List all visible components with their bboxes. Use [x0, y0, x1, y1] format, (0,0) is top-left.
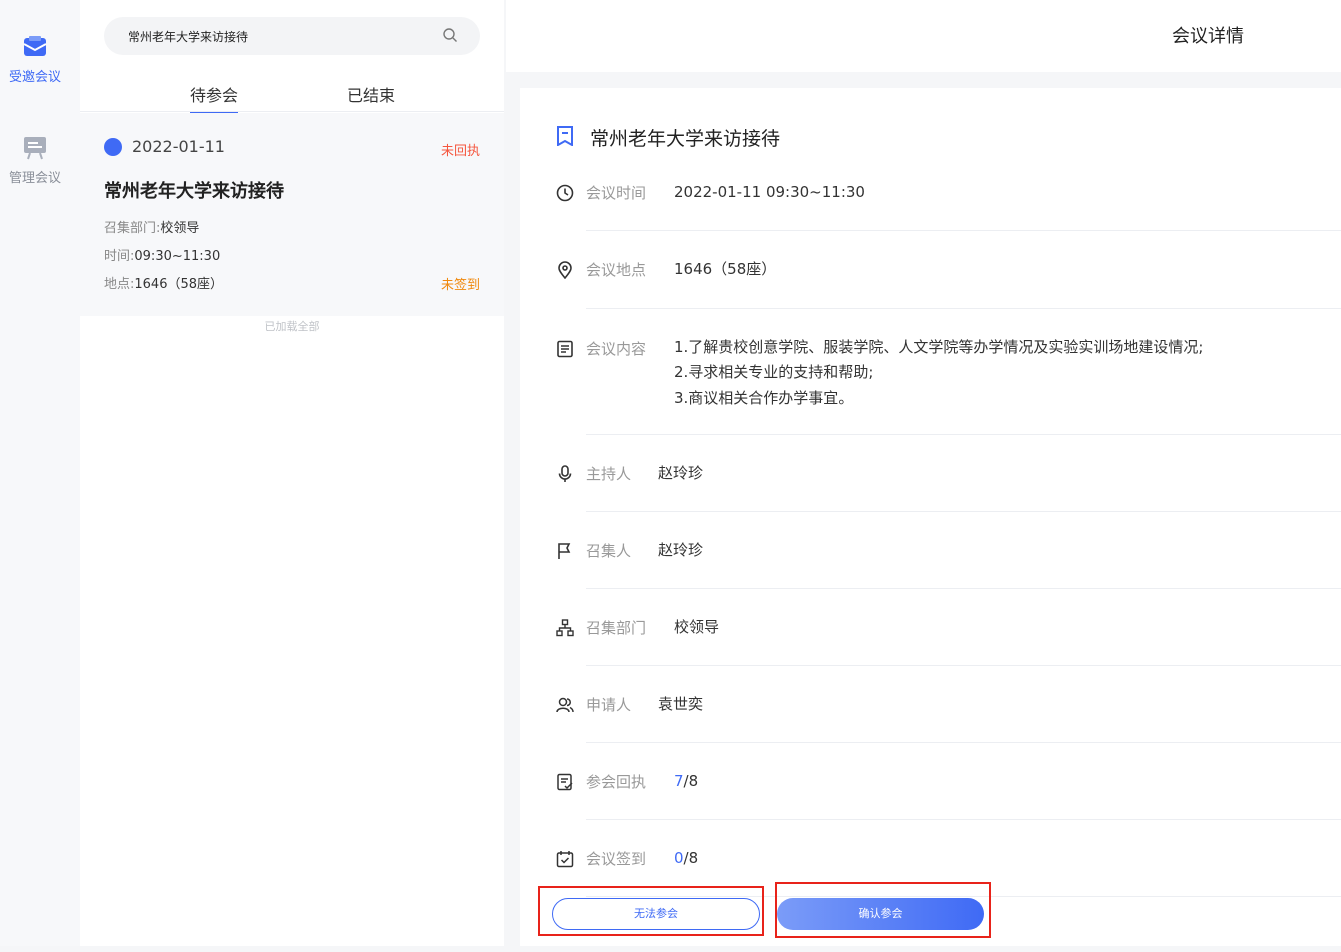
meeting-tabs: 待参会 已结束 — [80, 78, 504, 114]
divider — [586, 230, 1341, 231]
org-chart-icon — [556, 619, 574, 637]
list-footer: 已加载全部 — [264, 320, 320, 333]
tab-pending[interactable]: 待参会 — [190, 82, 239, 114]
divider — [586, 742, 1341, 743]
signin-value: 0/8 — [674, 846, 698, 871]
tab-ended[interactable]: 已结束 — [347, 82, 395, 106]
divider — [586, 588, 1341, 589]
search-icon[interactable] — [442, 27, 458, 43]
meeting-card[interactable]: 2022-01-11 未回执 常州老年大学来访接待 召集部门:校领导 时间:09… — [80, 113, 504, 316]
host-label: 主持人 — [586, 465, 632, 483]
clock-icon — [556, 184, 574, 202]
dept-label: 召集部门 — [586, 619, 647, 637]
meeting-list-panel: 常州老年大学来访接待 待参会 已结束 2022-01-11 未回执 常州老年大学… — [80, 0, 504, 946]
place-value: 1646（58座） — [134, 277, 224, 292]
page-title: 会议详情 — [1172, 26, 1244, 47]
presentation-board-icon — [24, 137, 46, 160]
reply-label: 参会回执 — [586, 773, 647, 791]
content-line-1: 1.了解贵校创意学院、服装学院、人文学院等办学情况及实验实训场地建设情况; — [674, 338, 1204, 356]
app-root: 受邀会议 管理会议 常州老年大学来访接待 待参会 已结束 2022-01-11 … — [0, 0, 1341, 952]
mail-check-icon — [23, 36, 47, 56]
search-input[interactable]: 常州老年大学来访接待 — [128, 28, 248, 45]
document-lines-icon — [557, 340, 573, 358]
divider — [586, 434, 1341, 435]
reply-count[interactable]: 7 — [674, 772, 684, 790]
divider — [586, 819, 1341, 820]
applicant-label: 申请人 — [586, 696, 632, 714]
meeting-time: 时间:09:30~11:30 — [104, 245, 220, 264]
meeting-place: 地点:1646（58座） — [104, 273, 223, 292]
left-nav: 受邀会议 管理会议 — [0, 0, 80, 946]
time-value: 2022-01-11 09:30~11:30 — [674, 183, 865, 201]
nav-item-invited-meetings[interactable]: 受邀会议 — [0, 34, 70, 85]
place-value: 1646（58座） — [674, 260, 777, 278]
reply-total: /8 — [683, 772, 699, 790]
calendar-check-icon — [556, 851, 574, 868]
reply-value: 7/8 — [674, 769, 698, 794]
nav-item-label: 管理会议 — [8, 171, 61, 186]
reply-status-badge: 未回执 — [440, 144, 480, 159]
nav-item-label: 受邀会议 — [8, 70, 61, 85]
users-icon — [556, 697, 574, 713]
signin-total: /8 — [683, 849, 699, 867]
dept-value: 校领导 — [160, 221, 200, 236]
content-label: 会议内容 — [586, 340, 647, 358]
content-line-2: 2.寻求相关专业的支持和帮助; — [674, 363, 874, 381]
divider — [586, 308, 1341, 309]
search-box[interactable]: 常州老年大学来访接待 — [104, 17, 480, 55]
bookmark-document-icon — [557, 126, 573, 146]
meeting-detail: 常州老年大学来访接待 会议时间 2022-01-11 09:30~11:30 会… — [520, 88, 1341, 946]
checklist-document-icon — [557, 773, 573, 791]
signin-count[interactable]: 0 — [674, 849, 684, 867]
detail-header: 会议详情 — [506, 0, 1341, 72]
flag-icon — [558, 543, 571, 559]
convener-label: 召集人 — [586, 542, 632, 560]
nav-item-manage-meetings[interactable]: 管理会议 — [0, 135, 70, 186]
place-label: 会议地点 — [586, 261, 647, 279]
microphone-icon — [558, 465, 572, 482]
content-line-3: 3.商议相关合作办学事宜。 — [674, 389, 854, 407]
convener-value: 赵玲珍 — [658, 541, 704, 559]
dept-key: 召集部门: — [104, 221, 161, 236]
signin-label: 会议签到 — [586, 850, 647, 868]
confirm-button[interactable]: 确认参会 — [777, 898, 984, 930]
place-key: 地点: — [104, 277, 135, 292]
decline-button[interactable]: 无法参会 — [552, 898, 760, 930]
user-badge-icon — [104, 138, 122, 156]
meeting-title: 常州老年大学来访接待 — [104, 181, 284, 202]
detail-title-text: 常州老年大学来访接待 — [590, 128, 781, 150]
dept-value: 校领导 — [674, 618, 720, 636]
time-label: 会议时间 — [586, 184, 647, 202]
applicant-value: 袁世奕 — [658, 695, 704, 713]
time-value: 09:30~11:30 — [134, 249, 221, 264]
location-pin-icon — [558, 261, 572, 279]
host-value: 赵玲珍 — [658, 464, 704, 482]
divider — [586, 511, 1341, 512]
divider — [586, 665, 1341, 666]
meeting-dept: 召集部门:校领导 — [104, 217, 199, 236]
signin-status-badge: 未签到 — [440, 278, 480, 293]
meeting-date: 2022-01-11 — [132, 137, 225, 156]
time-key: 时间: — [104, 249, 135, 264]
